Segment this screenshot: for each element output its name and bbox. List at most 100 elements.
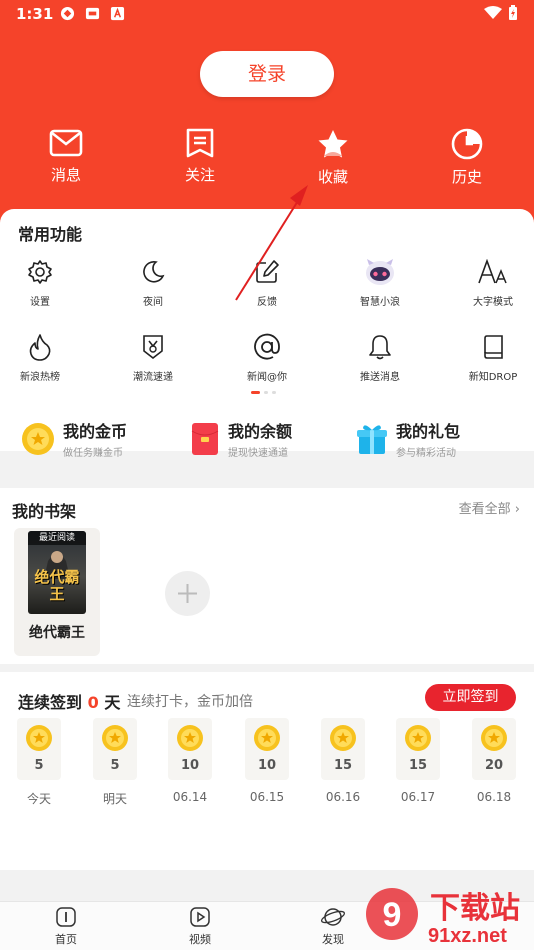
checkin-day-value: 20: [484, 758, 504, 773]
flame-icon: [29, 334, 51, 361]
coin-icon: [26, 725, 52, 751]
checkin-section: 连续签到 0 天 连续打卡，金币加倍 立即签到 5 今天 5 明天 10 06.14 10 0…: [0, 672, 534, 870]
wallet-balance-sub: 提现快速通道: [228, 448, 288, 459]
plus-icon: [178, 584, 197, 603]
nav-video[interactable]: 视频: [165, 906, 235, 947]
checkin-day: 10 06.15: [245, 718, 289, 804]
book-title: 绝代霸王: [29, 625, 85, 641]
checkin-day: 15 06.17: [396, 718, 440, 804]
func-trend-label: 潮流速递: [133, 372, 173, 383]
checkin-day-value: 5: [110, 758, 120, 773]
checkin-day: 10 06.14: [168, 718, 212, 804]
quick-follow[interactable]: 关注: [160, 128, 240, 185]
battery-icon: [509, 5, 517, 20]
functions-title: 常用功能: [18, 225, 83, 244]
func-news-at-label: 新闻@你: [247, 372, 287, 383]
func-drop[interactable]: 新知DROP: [453, 332, 533, 383]
wallet-coins[interactable]: 我的金币 做任务赚金币: [21, 418, 127, 459]
checkin-day: 5 今天: [17, 718, 61, 807]
gift-icon: [357, 424, 387, 454]
status-bar: 1:31: [0, 0, 534, 28]
checkin-day-box: 15: [396, 718, 440, 780]
func-settings-label: 设置: [30, 297, 50, 308]
func-hot-list-label: 新浪热榜: [20, 372, 60, 383]
badge-icon: [143, 335, 163, 360]
nav-home-label: 首页: [55, 933, 77, 946]
checkin-day-box: 5: [17, 718, 61, 780]
nav-discover[interactable]: 发现: [298, 906, 368, 947]
nav-home[interactable]: 首页: [31, 906, 101, 947]
bookshelf: 我的书架 查看全部 › 最近阅读 绝代霸王 绝代霸王: [0, 488, 534, 664]
assistant-icon: [366, 259, 394, 285]
page-dot-active: [251, 391, 260, 394]
wallet-gift-title: 我的礼包: [396, 422, 461, 441]
status-right: [484, 5, 518, 21]
weibo-notification-icon: [85, 7, 100, 20]
func-drop-label: 新知DROP: [468, 372, 518, 383]
book-cover-title: 绝代霸王: [34, 568, 80, 603]
bookmark-icon: [186, 128, 214, 158]
red-envelope-icon: [191, 422, 219, 455]
quick-history[interactable]: 历史: [427, 128, 507, 187]
add-book-button[interactable]: [165, 571, 210, 616]
bookshelf-view-all-label: 查看全部: [458, 502, 511, 517]
coin-icon: [177, 725, 203, 751]
checkin-day-box: 20: [472, 718, 516, 780]
checkin-day-value: 10: [257, 758, 277, 773]
coin-icon: [254, 725, 280, 751]
login-button[interactable]: 登录: [200, 51, 334, 97]
checkin-day-value: 10: [180, 758, 200, 773]
page-dot: [272, 391, 276, 394]
wallet-coins-title: 我的金币: [63, 422, 128, 441]
func-night[interactable]: 夜间: [113, 257, 193, 308]
mail-icon: [49, 129, 83, 157]
checkin-button[interactable]: 立即签到: [425, 684, 516, 711]
func-push[interactable]: 推送消息: [340, 332, 420, 383]
checkin-day: 15 06.16: [321, 718, 365, 804]
func-news-at[interactable]: 新闻@你: [227, 332, 307, 383]
wallet-gift[interactable]: 我的礼包 参与精彩活动: [356, 418, 460, 459]
func-hot-list[interactable]: 新浪热榜: [0, 332, 80, 383]
checkin-title: 连续签到 0 天: [18, 689, 120, 713]
home-icon: [56, 907, 76, 927]
at-icon: [254, 333, 280, 360]
site-watermark-logo: 9 下载站 91xz.net: [366, 888, 520, 947]
moon-icon: [143, 260, 165, 283]
checkin-day-label: 06.17: [400, 790, 436, 804]
func-trend[interactable]: 潮流速递: [113, 332, 193, 383]
coin-icon: [330, 725, 356, 751]
func-assistant-label: 智慧小浪: [360, 297, 400, 308]
svg-text:9: 9: [383, 896, 402, 934]
wallet-balance[interactable]: 我的余额 提现快速通道: [190, 418, 292, 459]
star-icon: [318, 130, 348, 158]
func-large-font[interactable]: 大字模式: [453, 257, 533, 308]
edit-icon: [256, 260, 279, 283]
checkin-day-value: 15: [408, 758, 428, 773]
page-indicator: [251, 391, 276, 394]
checkin-day-box: 5: [93, 718, 137, 780]
status-time: 1:31: [16, 5, 54, 23]
quick-history-label: 历史: [451, 168, 482, 186]
coin-icon: [405, 725, 431, 751]
func-assistant[interactable]: 智慧小浪: [340, 257, 420, 308]
watermark-text: 下载站: [430, 891, 520, 926]
text-notification-icon: [110, 6, 125, 21]
header: 1:31 登录 消息 关注 收藏 历史: [0, 0, 534, 232]
quick-favorites-label: 收藏: [317, 168, 348, 186]
checkin-day-value: 5: [34, 758, 44, 773]
book-item[interactable]: 最近阅读 绝代霸王 绝代霸王: [14, 528, 100, 656]
functions-card: 常用功能 设置 夜间 反馈 智慧小浪 大字模式 新浪热榜 潮流速递 新闻@你 推…: [0, 209, 534, 459]
func-push-label: 推送消息: [360, 372, 400, 383]
func-night-label: 夜间: [143, 297, 163, 308]
func-feedback[interactable]: 反馈: [227, 257, 307, 308]
checkin-day-label: 06.18: [476, 790, 512, 804]
func-settings[interactable]: 设置: [0, 257, 80, 308]
bookshelf-view-all[interactable]: 查看全部 ›: [459, 498, 520, 517]
bell-icon: [369, 335, 391, 360]
book-cover: 最近阅读 绝代霸王: [28, 531, 86, 614]
coin-icon: [102, 725, 128, 751]
quick-messages-label: 消息: [50, 166, 81, 184]
quick-follow-label: 关注: [184, 166, 215, 184]
quick-favorites[interactable]: 收藏: [293, 128, 373, 187]
quick-messages[interactable]: 消息: [26, 128, 106, 185]
